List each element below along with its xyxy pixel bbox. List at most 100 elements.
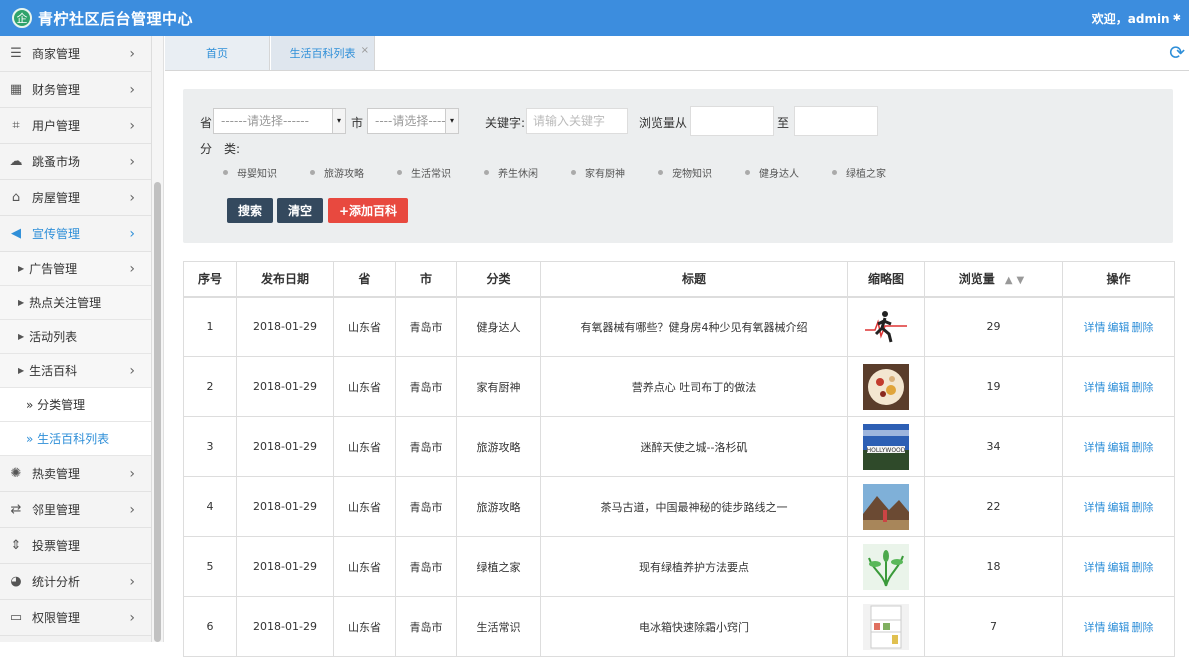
caret-right-icon: ▶ <box>18 332 25 341</box>
cell-thumbnail[interactable]: HOLLYWOOD <box>847 416 925 477</box>
cell-title: 现有绿植养护方法要点 <box>540 536 848 597</box>
cell-actions: 详情 编辑 删除 <box>1062 416 1175 477</box>
delete-link[interactable]: 删除 <box>1132 621 1154 634</box>
search-button[interactable]: 搜索 <box>227 198 273 223</box>
sidebar-subitem-hot-topics[interactable]: ▶ 热点关注管理 <box>0 286 151 320</box>
sidebar-item-users[interactable]: ⌗ 用户管理 › <box>0 108 151 144</box>
thumbnail-image[interactable] <box>848 363 924 410</box>
city-select[interactable]: ----请选择---- ▾ <box>367 108 459 134</box>
chevron-right-icon: › <box>129 573 135 590</box>
province-label: 省 <box>200 116 213 130</box>
delete-link[interactable]: 删除 <box>1132 441 1154 454</box>
sidebar-item-voting[interactable]: ⇕ 投票管理 <box>0 528 151 564</box>
edit-link[interactable]: 编辑 <box>1108 441 1130 454</box>
delete-link[interactable]: 删除 <box>1132 381 1154 394</box>
sidebar-subitem-encyclopedia-list[interactable]: » 生活百科列表 <box>0 422 151 456</box>
thumbnail-image[interactable] <box>848 543 924 590</box>
delete-link[interactable]: 删除 <box>1132 321 1154 334</box>
tab-encyclopedia-list[interactable]: 生活百科列表 × <box>271 36 375 70</box>
sidebar-item-neighbors[interactable]: ⇄ 邻里管理 › <box>0 492 151 528</box>
edit-link[interactable]: 编辑 <box>1108 501 1130 514</box>
add-encyclopedia-button[interactable]: +添加百科 <box>328 198 408 223</box>
refresh-icon[interactable]: ⟳ <box>1169 42 1185 64</box>
cell-thumbnail[interactable] <box>847 596 925 657</box>
detail-link[interactable]: 详情 <box>1084 561 1106 574</box>
cell-thumbnail[interactable] <box>847 296 925 357</box>
category-option[interactable]: 养生休闲 <box>484 165 571 180</box>
cell-category: 家有厨神 <box>456 356 541 417</box>
cell-views: 34 <box>924 416 1063 477</box>
sidebar-scrollbar[interactable] <box>152 36 164 642</box>
thumbnail-image[interactable] <box>848 603 924 650</box>
clear-button[interactable]: 清空 <box>277 198 323 223</box>
detail-link[interactable]: 详情 <box>1084 321 1106 334</box>
sidebar-subitem-category-manage[interactable]: » 分类管理 <box>0 388 151 422</box>
chevron-down-icon: ▾ <box>445 109 458 133</box>
category-option[interactable]: 母婴知识 <box>223 165 310 180</box>
thumbnail-image[interactable] <box>848 303 924 350</box>
chevron-right-icon: › <box>129 189 135 206</box>
col-header: 标题 <box>540 261 848 298</box>
sidebar-item-label: 权限管理 <box>32 611 81 625</box>
detail-link[interactable]: 详情 <box>1084 381 1106 394</box>
category-option[interactable]: 绿植之家 <box>832 165 919 180</box>
sidebar-item-housing[interactable]: ⌂ 房屋管理 › <box>0 180 151 216</box>
sidebar: ☰ 商家管理 › ▦ 财务管理 › ⌗ 用户管理 › ☁ 跳蚤市场 › ⌂ 房屋… <box>0 36 152 642</box>
cell-city: 青岛市 <box>395 536 457 597</box>
user-menu[interactable]: 欢迎，admin ✱ <box>1092 0 1181 36</box>
sidebar-item-permissions[interactable]: ▭ 权限管理 › <box>0 600 151 636</box>
monitor-icon: ▭ <box>9 610 23 625</box>
views-to-input[interactable] <box>794 106 878 136</box>
calculator-icon: ▦ <box>9 82 23 97</box>
category-option[interactable]: 家有厨神 <box>571 165 658 180</box>
edit-link[interactable]: 编辑 <box>1108 561 1130 574</box>
scrollbar-thumb[interactable] <box>154 182 161 642</box>
sidebar-item-finance[interactable]: ▦ 财务管理 › <box>0 72 151 108</box>
caret-right-icon: ▶ <box>18 366 25 375</box>
cell-thumbnail[interactable] <box>847 536 925 597</box>
category-option[interactable]: 健身达人 <box>745 165 832 180</box>
tab-home[interactable]: 首页 <box>165 36 270 70</box>
province-select[interactable]: ------请选择------ ▾ <box>213 108 346 134</box>
delete-link[interactable]: 删除 <box>1132 501 1154 514</box>
sidebar-item-statistics[interactable]: ◕ 统计分析 › <box>0 564 151 600</box>
edit-link[interactable]: 编辑 <box>1108 321 1130 334</box>
table-row: 5 2018-01-29 山东省 青岛市 绿植之家 现有绿植养护方法要点 18 详情 编辑 删除 <box>183 536 1175 597</box>
sidebar-item-flea-market[interactable]: ☁ 跳蚤市场 › <box>0 144 151 180</box>
gear-icon[interactable]: ✱ <box>1173 13 1181 24</box>
sidebar-subitem-activities[interactable]: ▶ 活动列表 <box>0 320 151 354</box>
sidebar-item-hot-sale[interactable]: ✺ 热卖管理 › <box>0 456 151 492</box>
sidebar-item-merchant[interactable]: ☰ 商家管理 › <box>0 36 151 72</box>
delete-link[interactable]: 删除 <box>1132 561 1154 574</box>
category-option[interactable]: 旅游攻略 <box>310 165 397 180</box>
caret-right-icon: ▶ <box>18 264 25 273</box>
keyword-input[interactable]: 请输入关键字 <box>526 108 628 134</box>
sidebar-subitem-ads[interactable]: ▶ 广告管理 › <box>0 252 151 286</box>
views-from-input[interactable] <box>690 106 774 136</box>
edit-link[interactable]: 编辑 <box>1108 621 1130 634</box>
edit-link[interactable]: 编辑 <box>1108 381 1130 394</box>
sun-icon: ✺ <box>10 466 22 481</box>
close-icon[interactable]: × <box>361 45 369 56</box>
thumbnail-image[interactable]: HOLLYWOOD <box>848 423 924 470</box>
chevron-right-icon: › <box>129 465 135 482</box>
radio-dot-icon <box>832 170 837 175</box>
cell-thumbnail[interactable] <box>847 356 925 417</box>
radio-dot-icon <box>484 170 489 175</box>
thumbnail-image[interactable] <box>848 483 924 530</box>
chevron-right-icon: › <box>129 260 135 277</box>
category-option[interactable]: 生活常识 <box>397 165 484 180</box>
detail-link[interactable]: 详情 <box>1084 501 1106 514</box>
cell-thumbnail[interactable] <box>847 476 925 537</box>
sidebar-item-publicity[interactable]: ◀ 宣传管理 › <box>0 216 151 252</box>
detail-link[interactable]: 详情 <box>1084 621 1106 634</box>
sidebar-subitem-encyclopedia[interactable]: ▶ 生活百科 › <box>0 354 151 388</box>
cell-date: 2018-01-29 <box>236 416 334 477</box>
chevron-right-icon: › <box>129 117 135 134</box>
detail-link[interactable]: 详情 <box>1084 441 1106 454</box>
sort-icon[interactable]: ▲▼ <box>1005 275 1028 286</box>
category-option[interactable]: 宠物知识 <box>658 165 745 180</box>
col-header-views[interactable]: 浏览量 ▲▼ <box>924 261 1063 298</box>
radio-dot-icon <box>223 170 228 175</box>
sidebar-item-label: 房屋管理 <box>32 191 81 205</box>
